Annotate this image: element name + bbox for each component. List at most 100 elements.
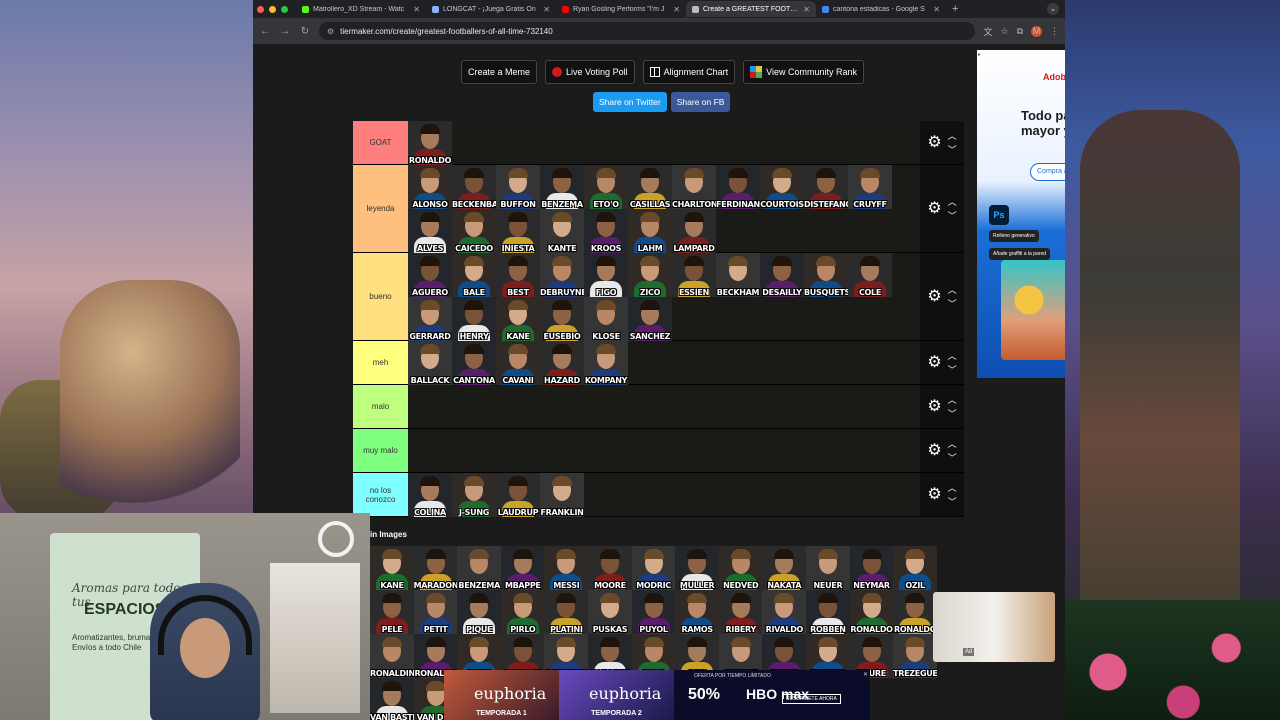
player-card[interactable]: FERDINAND	[716, 165, 760, 209]
browser-tab[interactable]: Create a GREATEST FOOTBA ✕	[686, 1, 816, 17]
tab-search-icon[interactable]: ⌄	[1047, 3, 1059, 15]
player-card[interactable]: ALVES	[408, 209, 452, 253]
menu-kebab-icon[interactable]: ⋮	[1050, 26, 1059, 37]
player-card[interactable]: DEBRUYNE	[540, 253, 584, 297]
tier-label[interactable]: leyenda	[353, 165, 408, 252]
player-card[interactable]: OZIL	[893, 546, 937, 590]
player-card[interactable]: MBAPPE	[500, 546, 545, 590]
bookmark-star-icon[interactable]: ☆	[1000, 26, 1008, 37]
player-card[interactable]: CAVANI	[496, 341, 540, 385]
player-card[interactable]: MARADONA	[413, 546, 458, 590]
profile-avatar[interactable]: M	[1031, 25, 1042, 37]
reload-icon[interactable]: ↻	[299, 26, 311, 37]
move-down-chevron-icon[interactable]: ﹀	[948, 365, 957, 374]
ad-choices-icon[interactable]: ▸	[978, 51, 985, 58]
player-card[interactable]: BENZEMA	[457, 546, 501, 590]
player-card[interactable]: LAMPARD	[672, 209, 716, 253]
move-up-chevron-icon[interactable]: ︿	[948, 351, 957, 360]
player-card[interactable]: PIRLO	[500, 590, 545, 634]
hbo-offer-card[interactable]: OFERTA POR TIEMPO LIMITADO 50% HBO max S…	[674, 670, 870, 720]
player-card[interactable]: CANTONA	[452, 341, 496, 385]
tier-label[interactable]: muy malo	[353, 429, 408, 472]
ad-cta-button[interactable]: Compra ahora	[1030, 163, 1065, 181]
move-up-chevron-icon[interactable]: ︿	[948, 439, 957, 448]
extensions-icon[interactable]: ⧉	[1017, 26, 1023, 37]
player-card[interactable]: PUSKAS	[587, 590, 632, 634]
tier-settings-gear-icon[interactable]: ⚙	[927, 398, 941, 415]
player-card[interactable]: BECKENBAUER	[452, 165, 496, 209]
move-down-chevron-icon[interactable]: ﹀	[948, 497, 957, 506]
player-card[interactable]: CHARLTON	[672, 165, 716, 209]
close-tab-icon[interactable]: ✕	[543, 5, 550, 14]
player-card[interactable]: BALLACK	[408, 341, 452, 385]
tier-settings-gear-icon[interactable]: ⚙	[927, 200, 941, 217]
player-card[interactable]: FIGO	[584, 253, 628, 297]
player-card[interactable]: CAICEDO	[452, 209, 496, 253]
player-card[interactable]: GERRARD	[408, 297, 452, 341]
player-card[interactable]: KROOS	[584, 209, 628, 253]
alignment-chart-button[interactable]: Alignment Chart	[642, 60, 736, 84]
player-card[interactable]: TREZEGUET	[893, 634, 937, 678]
community-rank-button[interactable]: View Community Rank	[743, 60, 864, 84]
player-card[interactable]: ROBBEN	[805, 590, 850, 634]
player-card[interactable]: VAN BASTEN	[370, 678, 414, 720]
player-card[interactable]: LAUDRUP	[496, 473, 540, 517]
live-poll-button[interactable]: Live Voting Poll	[545, 60, 635, 84]
player-card[interactable]: RONALDO	[849, 590, 894, 634]
hbo-card-season2[interactable]: euphoria TEMPORADA 2	[559, 670, 674, 720]
tier-settings-gear-icon[interactable]: ⚙	[927, 134, 941, 151]
player-card[interactable]: MOORE	[587, 546, 632, 590]
move-down-chevron-icon[interactable]: ﹀	[948, 211, 957, 220]
player-card[interactable]: PETIT	[413, 590, 458, 634]
close-tab-icon[interactable]: ✕	[803, 5, 810, 14]
player-card[interactable]: RAMOS	[675, 590, 719, 634]
hbo-max-banner-ad[interactable]: euphoria TEMPORADA 1 euphoria TEMPORADA …	[444, 670, 870, 720]
move-down-chevron-icon[interactable]: ﹀	[948, 453, 957, 462]
browser-tab[interactable]: cantona estadicas - Google S ✕	[816, 1, 946, 17]
hbo-card-season1[interactable]: euphoria TEMPORADA 1	[444, 670, 559, 720]
move-up-chevron-icon[interactable]: ︿	[948, 285, 957, 294]
player-card[interactable]: KANE	[496, 297, 540, 341]
browser-tab[interactable]: Ryan Gosling Performs "I'm J ✕	[556, 1, 686, 17]
tier-label[interactable]: meh	[353, 341, 408, 384]
close-tab-icon[interactable]: ✕	[673, 5, 680, 14]
create-meme-button[interactable]: Create a Meme	[461, 60, 538, 84]
move-down-chevron-icon[interactable]: ﹀	[948, 299, 957, 308]
move-down-chevron-icon[interactable]: ﹀	[948, 145, 957, 154]
player-card[interactable]: BUSQUETS	[804, 253, 848, 297]
player-card[interactable]: LAHM	[628, 209, 672, 253]
player-card[interactable]: PELE	[370, 590, 414, 634]
player-card[interactable]: PUYOL	[631, 590, 676, 634]
tier-items[interactable]	[408, 385, 920, 428]
move-up-chevron-icon[interactable]: ︿	[948, 483, 957, 492]
player-card[interactable]: J-SUNG	[452, 473, 496, 517]
tier-items[interactable]: BALLACK CANTONA CAVANI HAZARD KOMPANY	[408, 341, 920, 385]
browser-tab[interactable]: Matrollero_XD Stream - Watc ✕	[296, 1, 426, 17]
player-card[interactable]: KANE	[370, 546, 414, 590]
close-ad-icon[interactable]: ✕	[863, 671, 868, 678]
player-card[interactable]: BEST	[496, 253, 540, 297]
tier-items[interactable]: COLINA J-SUNG LAUDRUP FRANKLIN	[408, 473, 920, 517]
move-up-chevron-icon[interactable]: ︿	[948, 197, 957, 206]
address-bar[interactable]: ⚙ tiermaker.com/create/greatest-football…	[319, 22, 976, 40]
tier-items[interactable]: AGUERO BALE BEST DEBRUYNE FIGO ZICO ESSIEN BECK…	[408, 253, 920, 341]
player-card[interactable]: MESSI	[544, 546, 588, 590]
window-controls[interactable]	[257, 5, 288, 13]
player-card[interactable]: RIVALDO	[762, 590, 806, 634]
player-card[interactable]: BUFFON	[496, 165, 540, 209]
player-card[interactable]: NAKATA	[762, 546, 806, 590]
player-card[interactable]: ESSIEN	[672, 253, 716, 297]
minimize-window-button[interactable]	[269, 5, 276, 13]
share-fb-button[interactable]: Share on FB	[670, 92, 731, 112]
player-card[interactable]: HENRY	[452, 297, 496, 341]
tier-settings-gear-icon[interactable]: ⚙	[927, 442, 941, 459]
tier-label[interactable]: bueno	[353, 253, 408, 340]
tier-settings-gear-icon[interactable]: ⚙	[927, 288, 941, 305]
player-card[interactable]: BENZEMA	[540, 165, 584, 209]
player-card[interactable]: ETO'O	[584, 165, 628, 209]
player-card[interactable]: ALONSO	[408, 165, 452, 209]
player-card[interactable]: PIQUE	[457, 590, 501, 634]
player-card[interactable]: DISTEFANO	[804, 165, 848, 209]
close-tab-icon[interactable]: ✕	[413, 5, 420, 14]
close-tab-icon[interactable]: ✕	[933, 5, 940, 14]
